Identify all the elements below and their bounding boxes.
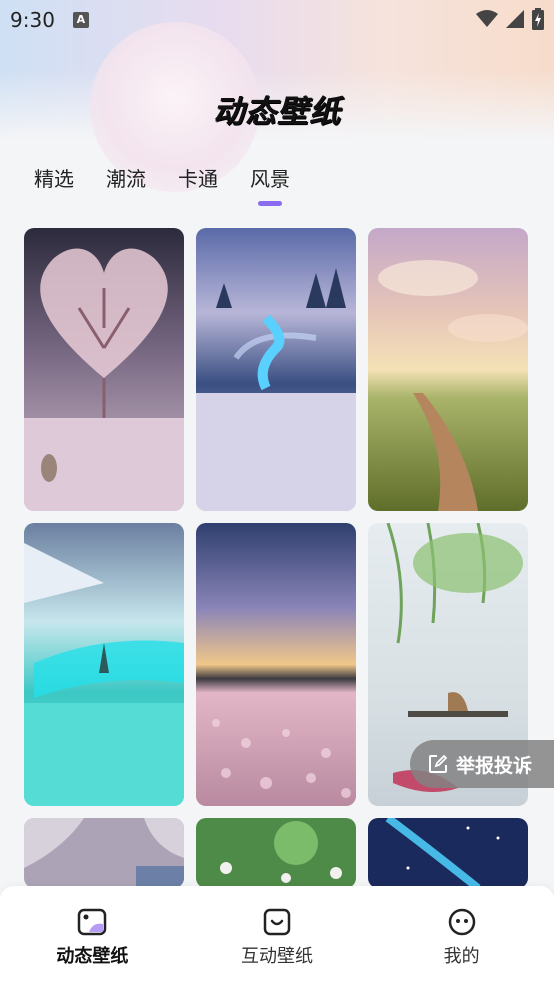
profile-face-icon <box>448 908 475 936</box>
report-label: 举报投诉 <box>456 754 533 777</box>
signal-icon <box>506 10 524 28</box>
nav-label-interactive-wallpaper: 互动壁纸 <box>240 946 313 967</box>
wallpaper-card-heart-tree[interactable] <box>24 228 184 511</box>
status-bar: 9:30 A <box>0 0 554 40</box>
status-indicators <box>476 8 544 30</box>
wallpaper-card-starry-aurora[interactable] <box>368 818 528 888</box>
interactive-wallpaper-icon <box>263 908 291 936</box>
nav-profile[interactable]: 我的 <box>387 908 537 986</box>
wallpaper-card-turquoise-stream[interactable] <box>24 523 184 806</box>
app-title: 动态壁纸 <box>213 94 341 130</box>
bottom-navigation: 动态壁纸 互动壁纸 我的 <box>0 886 554 986</box>
tab-trend[interactable]: 潮流 <box>106 163 146 204</box>
wallpaper-thumbnail <box>368 228 528 511</box>
battery-charging-icon <box>532 8 544 30</box>
wallpaper-thumbnail <box>196 818 356 888</box>
wallpaper-grid <box>24 228 530 888</box>
notification-a-icon: A <box>72 12 89 28</box>
wallpaper-thumbnail <box>196 523 356 806</box>
tab-scenery[interactable]: 风景 <box>250 163 290 204</box>
wallpaper-card-pink-sky[interactable] <box>24 818 184 888</box>
nav-label-profile: 我的 <box>443 946 480 967</box>
wifi-icon <box>476 10 498 27</box>
wallpaper-thumbnail <box>196 228 356 511</box>
report-complaint-button[interactable]: 举报投诉 <box>410 740 554 788</box>
wallpaper-thumbnail <box>368 818 528 888</box>
nav-live-wallpaper[interactable]: 动态壁纸 <box>17 908 167 986</box>
edit-report-icon <box>429 754 448 773</box>
tab-featured[interactable]: 精选 <box>34 163 74 204</box>
wallpaper-thumbnail <box>24 228 184 511</box>
wallpaper-card-green-bokeh[interactable] <box>196 818 356 888</box>
wallpaper-card-glowing-river[interactable] <box>196 228 356 511</box>
tab-cartoon[interactable]: 卡通 <box>178 163 218 204</box>
nav-label-live-wallpaper: 动态壁纸 <box>56 946 129 967</box>
wallpaper-card-flower-field[interactable] <box>196 523 356 806</box>
category-tabs: 精选 潮流 卡通 风景 <box>34 163 290 204</box>
nav-interactive-wallpaper[interactable]: 互动壁纸 <box>202 908 352 986</box>
live-wallpaper-icon <box>78 908 107 936</box>
wallpaper-thumbnail <box>24 523 184 806</box>
wallpaper-card-meadow-path[interactable] <box>368 228 528 511</box>
wallpaper-thumbnail <box>24 818 184 888</box>
status-time: 9:30 <box>10 8 55 32</box>
